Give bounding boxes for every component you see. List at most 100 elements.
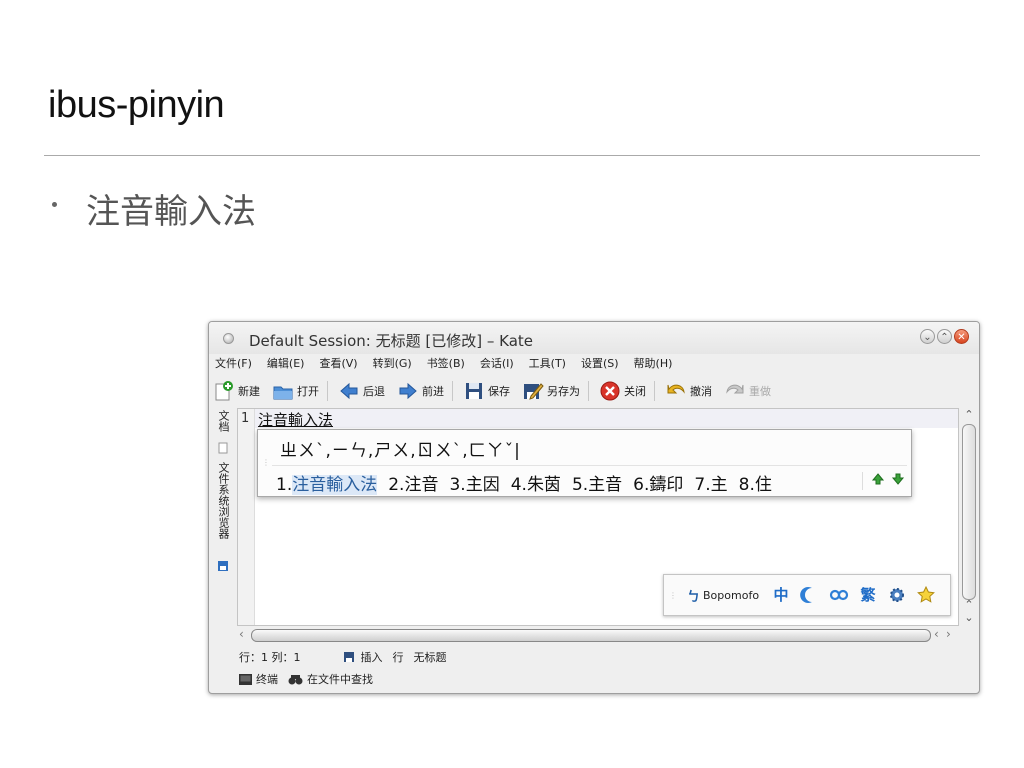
open-button[interactable]: 打开 [272, 380, 319, 402]
side-tab-bar: 文档 文件系统浏览器 [213, 407, 235, 647]
chinese-mode-button[interactable]: 中 [771, 585, 791, 605]
input-mode[interactable]: 插入 [361, 649, 383, 665]
back-button[interactable]: 后退 [338, 380, 385, 402]
bopomofo-icon: ㄅ [687, 589, 701, 605]
menu-file[interactable]: 文件(F) [215, 355, 252, 375]
slide-title: ibus-pinyin [48, 84, 225, 126]
maximize-button[interactable]: ⌃ [937, 329, 952, 344]
ime-candidate[interactable]: 7.主 [692, 470, 729, 495]
new-button[interactable]: 新建 [213, 380, 260, 402]
save-as-label: 另存为 [547, 385, 580, 398]
ime-divider [272, 465, 907, 466]
ime-candidate-list: 1.注音輸入法 2.注音 3.主因 4.朱茵 5.主音 6.鑄印 7.主 8.住 [274, 470, 774, 495]
forward-button[interactable]: 前进 [397, 380, 444, 402]
undo-label: 撤消 [690, 385, 712, 398]
bullet-text: 注音輸入法 [86, 192, 256, 232]
candidate-word: 注音 [404, 475, 439, 495]
toolbar-separator [654, 381, 655, 401]
ime-candidate[interactable]: 6.鑄印 [631, 470, 685, 495]
star-icon[interactable] [916, 585, 936, 605]
panel-drag-handle-icon[interactable]: ⋮ [669, 591, 677, 600]
scroll-up-arrow[interactable]: ⌃ [963, 408, 975, 421]
folder-open-icon [272, 380, 294, 402]
menu-bar: 文件(F) 编辑(E) 查看(V) 转到(G) 书签(B) 会话(I) 工具(T… [215, 355, 672, 375]
drag-handle-icon[interactable]: ⋮ [262, 458, 270, 467]
scroll-left-arrow-right[interactable]: ‹ [934, 627, 939, 641]
terminal-label: 终端 [256, 673, 278, 686]
line-number-gutter: 1 [238, 409, 255, 625]
menu-go[interactable]: 转到(G) [373, 355, 412, 375]
documents-tab[interactable]: 文档 [215, 410, 231, 432]
horizontal-scrollbar[interactable]: ‹ ‹ › [237, 627, 977, 643]
ime-candidate[interactable]: 8.住 [737, 470, 774, 495]
gear-icon[interactable] [887, 585, 907, 605]
status-bar: 行：1 列：1 插入 行 无标题 [239, 648, 447, 666]
candidate-word: 住 [754, 475, 772, 495]
save-as-button[interactable]: 另存为 [522, 380, 580, 402]
save-label: 保存 [488, 385, 510, 398]
ime-preedit-text: ㄓㄨˋ,ㄧㄣ,ㄕㄨ,ㄖㄨˋ,ㄈㄚˇ| [280, 441, 521, 461]
candidate-index: 6. [633, 475, 650, 495]
candidate-word: 主因 [465, 475, 500, 495]
menu-bookmarks[interactable]: 书签(B) [427, 355, 465, 375]
page-down-arrow-icon[interactable] [891, 471, 905, 490]
app-icon[interactable] [223, 333, 234, 344]
editor-text[interactable]: 注音輸入法 [258, 409, 333, 430]
half-width-moon-icon[interactable] [800, 585, 820, 605]
title-bar[interactable]: Default Session: 无标题 [已修改] – Kate ⌄ ⌃ ✕ [209, 322, 979, 354]
vertical-scrollbar[interactable]: ⌃ ⌃ ⌄ [960, 408, 977, 626]
toolbar-separator [452, 381, 453, 401]
find-in-files-tab[interactable]: 在文件中查找 [288, 671, 373, 687]
menu-tools[interactable]: 工具(T) [529, 355, 566, 375]
menu-edit[interactable]: 编辑(E) [267, 355, 305, 375]
toolbar-separator [588, 381, 589, 401]
toolbar-separator [327, 381, 328, 401]
vertical-scroll-track[interactable] [962, 424, 976, 600]
save-status-icon[interactable] [343, 651, 355, 663]
cursor-position: 行：1 列：1 [239, 651, 301, 664]
close-document-button[interactable]: 关闭 [599, 380, 646, 402]
engine-name: Bopomofo [703, 588, 760, 602]
ime-candidate[interactable]: 3.主因 [447, 470, 501, 495]
horizontal-scroll-track[interactable] [251, 629, 931, 642]
punctuation-toggle-icon[interactable] [829, 585, 849, 605]
redo-button[interactable]: 重做 [724, 380, 771, 402]
bottom-tool-tabs: 终端 在文件中查找 [239, 670, 373, 688]
menu-help[interactable]: 帮助(H) [634, 355, 673, 375]
back-label: 后退 [363, 385, 385, 398]
save-button[interactable]: 保存 [463, 380, 510, 402]
ime-candidate[interactable]: 1.注音輸入法 [274, 470, 379, 495]
ime-candidate[interactable]: 2.注音 [386, 470, 440, 495]
menu-settings[interactable]: 设置(S) [581, 355, 619, 375]
menu-sessions[interactable]: 会话(I) [480, 355, 514, 375]
ime-candidate-window: ⋮ ㄓㄨˋ,ㄧㄣ,ㄕㄨ,ㄖㄨˋ,ㄈㄚˇ| 1.注音輸入法 2.注音 3.主因 4… [257, 429, 912, 497]
window-title: Default Session: 无标题 [已修改] – Kate [249, 332, 534, 350]
menu-view[interactable]: 查看(V) [319, 355, 357, 375]
filesystem-browser-tab[interactable]: 文件系统浏览器 [215, 462, 231, 539]
engine-selector[interactable]: ㄅ Bopomofo [687, 586, 759, 605]
redo-label: 重做 [749, 385, 771, 398]
scroll-left-arrow[interactable]: ‹ [239, 627, 244, 641]
candidate-index: 5. [571, 475, 589, 495]
save-as-icon [522, 380, 544, 402]
window-controls: ⌄ ⌃ ✕ [920, 329, 969, 344]
kate-window: Default Session: 无标题 [已修改] – Kate ⌄ ⌃ ✕ … [208, 321, 980, 694]
ime-candidate[interactable]: 4.朱茵 [509, 470, 563, 495]
close-window-button[interactable]: ✕ [954, 329, 969, 344]
undo-button[interactable]: 撤消 [665, 380, 712, 402]
candidate-index: 2. [388, 475, 405, 495]
scroll-down-arrow[interactable]: ⌄ [963, 611, 975, 624]
line-mode[interactable]: 行 [393, 649, 404, 665]
traditional-chinese-button[interactable]: 繁 [858, 585, 878, 605]
candidate-word: 主 [710, 475, 728, 495]
line-number: 1 [241, 411, 250, 426]
find-label: 在文件中查找 [307, 673, 373, 686]
minimize-button[interactable]: ⌄ [920, 329, 935, 344]
scroll-right-arrow[interactable]: › [946, 627, 951, 641]
candidate-word: 鑄印 [649, 475, 684, 495]
page-up-arrow-icon[interactable] [871, 471, 885, 490]
terminal-tab[interactable]: 终端 [239, 671, 278, 687]
scroll-up-arrow-lower[interactable]: ⌃ [963, 598, 975, 611]
open-label: 打开 [297, 385, 319, 398]
ime-candidate[interactable]: 5.主音 [570, 470, 624, 495]
